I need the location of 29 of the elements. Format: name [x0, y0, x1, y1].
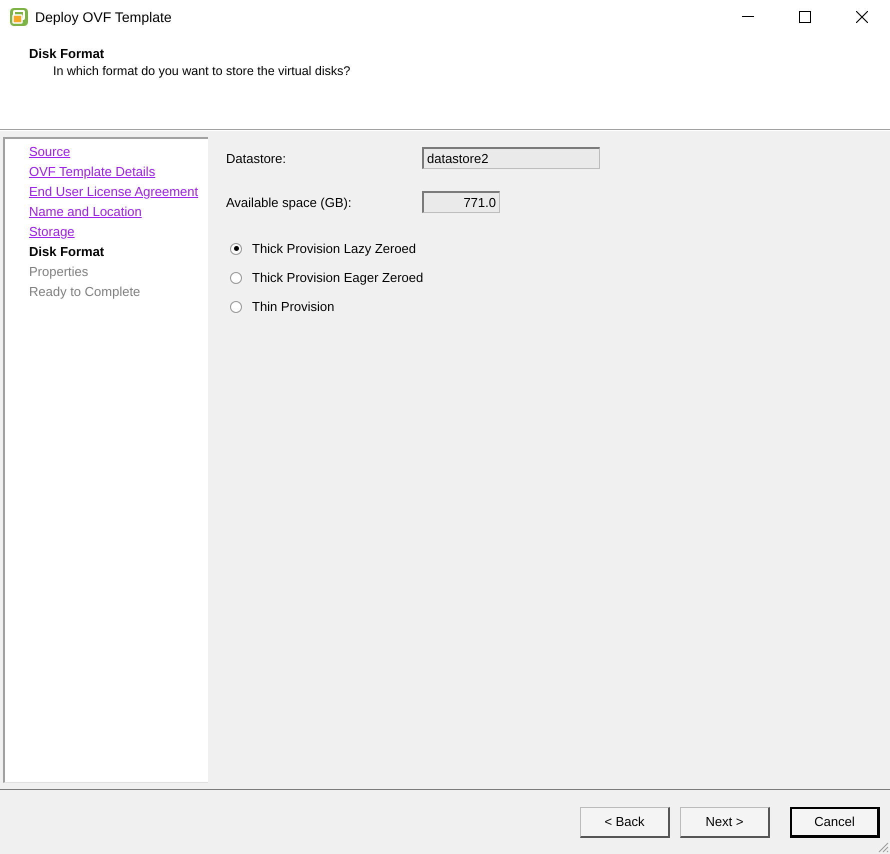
step-link[interactable]: OVF Template Details	[29, 162, 208, 182]
radio-label[interactable]: Thin Provision	[252, 299, 334, 314]
field-label: Datastore:	[226, 150, 287, 166]
close-icon[interactable]	[856, 11, 868, 23]
pending-step: Ready to Complete	[29, 282, 208, 302]
step-link[interactable]: Name and Location	[29, 202, 208, 222]
radio-label[interactable]: Thick Provision Eager Zeroed	[252, 270, 424, 285]
wizard-button[interactable]: Next >	[680, 806, 770, 838]
app-logo-icon	[9, 7, 29, 27]
radio-button[interactable]	[230, 272, 242, 284]
step-link[interactable]: Storage	[29, 222, 208, 242]
page-heading: Disk Format	[29, 46, 106, 61]
maximize-icon[interactable]	[799, 11, 811, 23]
pending-step: Properties	[29, 262, 208, 282]
field-label: Available space (GB):	[226, 194, 352, 210]
step-link[interactable]: End User License Agreement	[29, 182, 208, 202]
radio-button[interactable]	[230, 242, 242, 254]
readonly-field[interactable]: 771.0	[422, 191, 500, 213]
readonly-field[interactable]: datastore2	[422, 147, 600, 169]
minimize-icon[interactable]	[742, 16, 754, 18]
wizard-button[interactable]: < Back	[580, 806, 670, 838]
step-link[interactable]: Source	[29, 142, 208, 162]
wizard-button[interactable]: Cancel	[790, 806, 880, 838]
page-subtitle: In which format do you want to store the virtual disks?	[53, 64, 352, 78]
window-title: Deploy OVF Template	[35, 9, 172, 25]
radio-button[interactable]	[230, 300, 242, 312]
resize-grip-icon[interactable]	[877, 841, 889, 853]
current-step: Disk Format	[29, 242, 208, 262]
radio-label[interactable]: Thick Provision Lazy Zeroed	[252, 241, 416, 256]
